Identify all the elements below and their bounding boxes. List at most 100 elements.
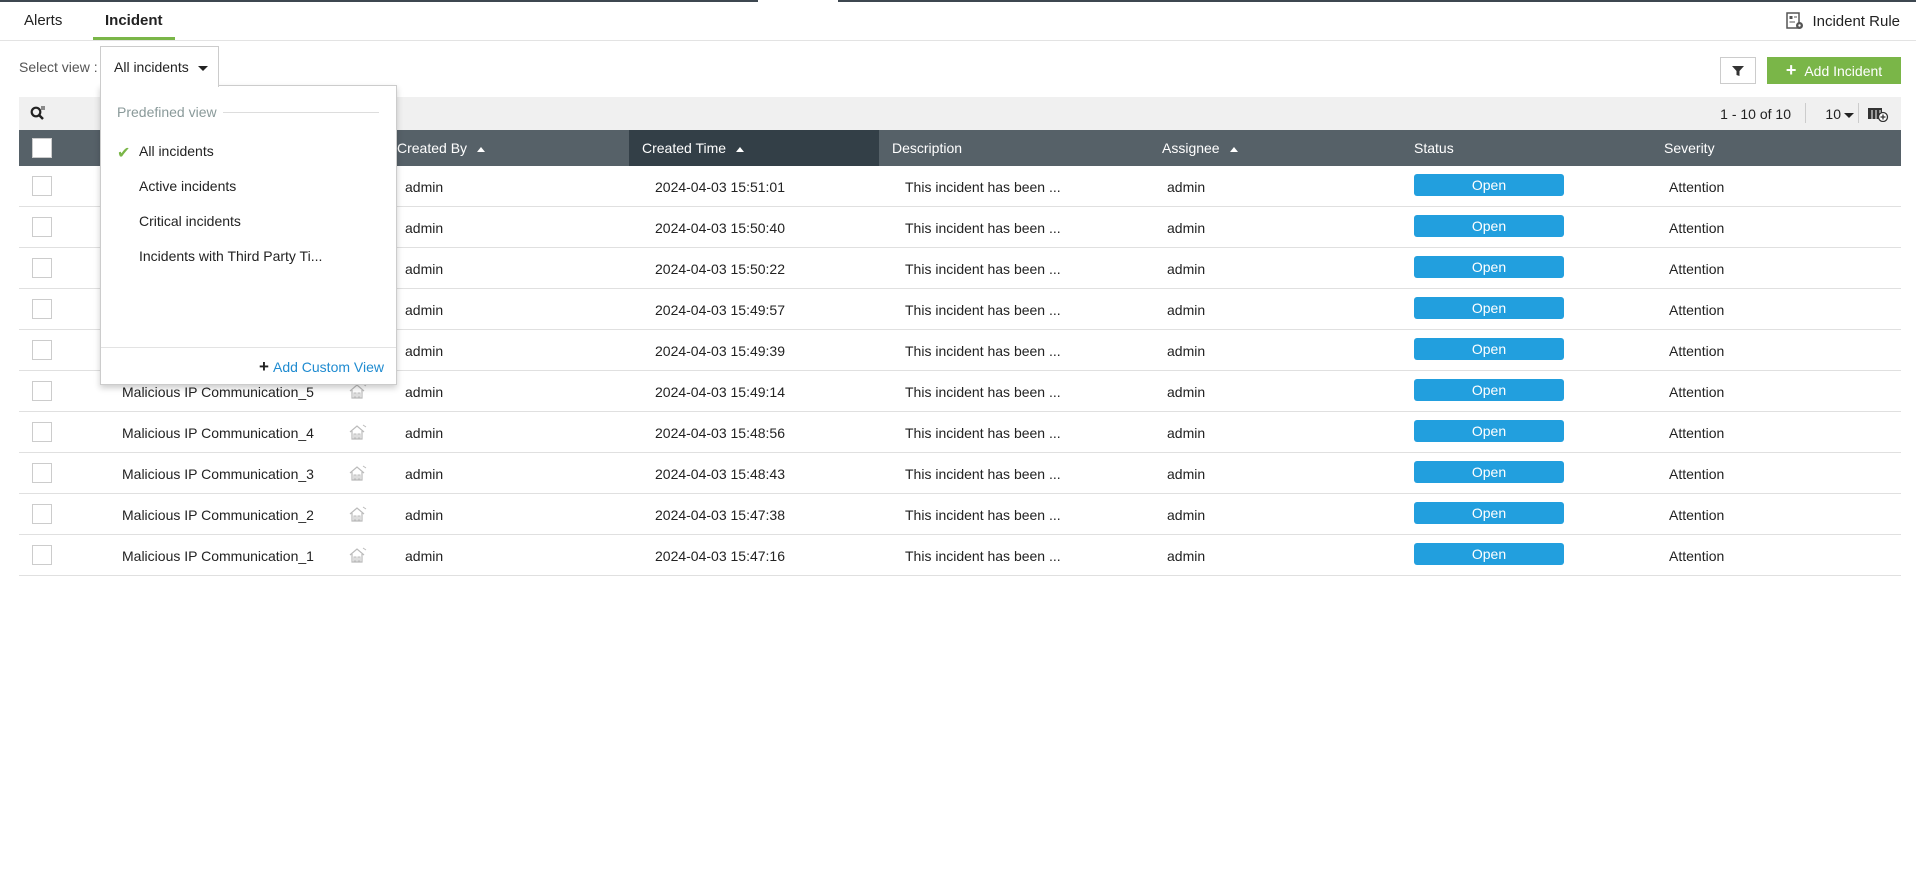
filter-icon <box>1732 65 1744 76</box>
column-created-time[interactable]: Created Time <box>629 130 879 166</box>
created-time: 2024-04-03 15:47:38 <box>655 507 785 523</box>
assignee: admin <box>1167 384 1206 400</box>
column-created-by[interactable]: Created By <box>384 130 629 166</box>
incident-rule-link[interactable]: Incident Rule <box>1786 12 1900 30</box>
plus-icon: + <box>259 357 269 376</box>
row-checkbox[interactable] <box>32 340 52 360</box>
created-by: admin <box>405 384 444 400</box>
table-row[interactable]: Malicious IP Communication_1 admin 2024-… <box>19 535 1901 576</box>
description: This incident has been ... <box>905 425 1061 441</box>
table-row[interactable]: Malicious IP Communication_3 admin 2024-… <box>19 453 1901 494</box>
severity: Attention <box>1669 384 1725 400</box>
created-time: 2024-04-03 15:50:40 <box>655 220 785 236</box>
severity: Attention <box>1669 343 1725 359</box>
description: This incident has been ... <box>905 343 1061 359</box>
assignee: admin <box>1167 179 1206 195</box>
created-by: admin <box>405 548 444 564</box>
active-tab-indicator <box>93 37 175 40</box>
severity: Attention <box>1669 179 1725 195</box>
row-checkbox[interactable] <box>32 217 52 237</box>
select-all-checkbox[interactable] <box>32 138 52 158</box>
divider <box>1858 103 1859 123</box>
add-custom-view-link[interactable]: + Add Custom View <box>259 357 384 377</box>
view-dropdown-menu: Predefined view ✔ All incidents Active i… <box>100 85 397 385</box>
severity: Attention <box>1669 220 1725 236</box>
created-time: 2024-04-03 15:49:14 <box>655 384 785 400</box>
view-dropdown[interactable]: All incidents <box>100 46 219 87</box>
view-option-all[interactable]: All incidents <box>139 143 214 159</box>
column-description[interactable]: Description <box>879 130 1129 166</box>
row-checkbox[interactable] <box>32 258 52 278</box>
incident-type-icon <box>349 383 367 399</box>
description: This incident has been ... <box>905 302 1061 318</box>
predefined-view-header: Predefined view <box>117 104 379 120</box>
created-by: admin <box>405 466 444 482</box>
caret-down-icon <box>1844 112 1854 118</box>
table-row[interactable]: Malicious IP Communication_2 admin 2024-… <box>19 494 1901 535</box>
description: This incident has been ... <box>905 261 1061 277</box>
row-checkbox[interactable] <box>32 176 52 196</box>
row-checkbox[interactable] <box>32 504 52 524</box>
add-incident-button[interactable]: + Add Incident <box>1767 57 1901 84</box>
column-severity[interactable]: Severity <box>1651 130 1901 166</box>
created-by: admin <box>405 302 444 318</box>
created-time: 2024-04-03 15:48:43 <box>655 466 785 482</box>
row-checkbox[interactable] <box>32 463 52 483</box>
created-by: admin <box>405 261 444 277</box>
caret-down-icon <box>197 65 208 71</box>
incident-name-link[interactable]: Malicious IP Communication_3 <box>122 466 314 482</box>
pagination-range: 1 - 10 of 10 <box>1720 106 1791 122</box>
created-time: 2024-04-03 15:50:22 <box>655 261 785 277</box>
row-checkbox[interactable] <box>32 545 52 565</box>
checkmark-icon: ✔ <box>117 145 131 162</box>
status-badge: Open <box>1414 543 1564 565</box>
created-time: 2024-04-03 15:48:56 <box>655 425 785 441</box>
status-badge: Open <box>1414 297 1564 319</box>
created-by: admin <box>405 343 444 359</box>
assignee: admin <box>1167 507 1206 523</box>
description: This incident has been ... <box>905 548 1061 564</box>
divider <box>1805 103 1806 123</box>
assignee: admin <box>1167 466 1206 482</box>
row-checkbox[interactable] <box>32 299 52 319</box>
page-size-select[interactable]: 10 <box>1825 106 1854 122</box>
incident-name-link[interactable]: Malicious IP Communication_2 <box>122 507 314 523</box>
created-by: admin <box>405 507 444 523</box>
rule-settings-icon <box>1786 12 1804 29</box>
tab-incident[interactable]: Incident <box>105 12 163 29</box>
incident-name-link[interactable]: Malicious IP Communication_5 <box>122 384 314 400</box>
severity: Attention <box>1669 507 1725 523</box>
select-view-label: Select view : <box>19 59 98 75</box>
severity: Attention <box>1669 425 1725 441</box>
sort-asc-icon <box>477 146 486 152</box>
status-badge: Open <box>1414 420 1564 442</box>
tab-alerts[interactable]: Alerts <box>24 12 62 29</box>
severity: Attention <box>1669 466 1725 482</box>
column-chooser-icon[interactable] <box>1867 106 1889 122</box>
table-row[interactable]: Malicious IP Communication_4 admin 2024-… <box>19 412 1901 453</box>
view-option-active[interactable]: Active incidents <box>139 178 236 194</box>
description: This incident has been ... <box>905 179 1061 195</box>
severity: Attention <box>1669 548 1725 564</box>
column-status[interactable]: Status <box>1401 130 1651 166</box>
status-badge: Open <box>1414 215 1564 237</box>
created-time: 2024-04-03 15:51:01 <box>655 179 785 195</box>
incident-name-link[interactable]: Malicious IP Communication_1 <box>122 548 314 564</box>
created-time: 2024-04-03 15:49:57 <box>655 302 785 318</box>
status-badge: Open <box>1414 174 1564 196</box>
add-incident-label: Add Incident <box>1804 62 1883 79</box>
incident-type-icon <box>349 547 367 563</box>
row-checkbox[interactable] <box>32 422 52 442</box>
search-icon[interactable] <box>30 105 46 121</box>
column-assignee[interactable]: Assignee <box>1149 130 1399 166</box>
description: This incident has been ... <box>905 220 1061 236</box>
page-size-value: 10 <box>1825 106 1841 122</box>
view-option-third-party[interactable]: Incidents with Third Party Ti... <box>139 248 322 264</box>
view-option-critical[interactable]: Critical incidents <box>139 213 241 229</box>
incident-name-link[interactable]: Malicious IP Communication_4 <box>122 425 314 441</box>
status-badge: Open <box>1414 461 1564 483</box>
description: This incident has been ... <box>905 507 1061 523</box>
description: This incident has been ... <box>905 384 1061 400</box>
row-checkbox[interactable] <box>32 381 52 401</box>
filter-button[interactable] <box>1720 57 1756 84</box>
